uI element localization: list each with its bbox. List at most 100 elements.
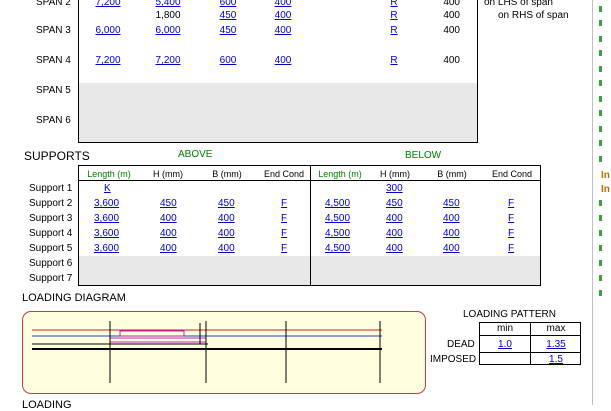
support-above-h[interactable]: 400 bbox=[160, 243, 177, 255]
support-label: Support 5 bbox=[29, 243, 73, 254]
load-patch-2 bbox=[109, 337, 207, 343]
span-label: SPAN 4 bbox=[36, 55, 71, 66]
span-cond-cell[interactable]: R bbox=[387, 25, 401, 37]
loading-pattern-row-divider bbox=[479, 352, 581, 353]
support-below-length[interactable]: 4,500 bbox=[325, 228, 350, 240]
span-label: SPAN 3 bbox=[36, 25, 71, 36]
loading-pattern-title: LOADING PATTERN bbox=[463, 309, 556, 320]
support-above-endcond[interactable]: F bbox=[281, 213, 287, 225]
span-b-cell[interactable]: 400 bbox=[266, 25, 300, 37]
right-edge-marks bbox=[599, 0, 603, 310]
above-b-header: B (mm) bbox=[212, 169, 242, 179]
support-below-endcond[interactable]: F bbox=[508, 198, 514, 210]
support-above-h[interactable]: 400 bbox=[160, 213, 177, 225]
support-below-length[interactable]: 4,500 bbox=[325, 213, 350, 225]
support-above-b[interactable]: 450 bbox=[218, 198, 235, 210]
support-above-length[interactable]: 3,600 bbox=[94, 198, 119, 210]
span-segment-length-cell[interactable]: 5,400 bbox=[146, 0, 190, 9]
span-segment-length-cell: 1,800 bbox=[155, 10, 181, 21]
support-above-b[interactable]: 400 bbox=[218, 213, 235, 225]
support-below-endcond[interactable]: F bbox=[508, 243, 514, 255]
right-edge-divider bbox=[592, 0, 593, 405]
loading-pattern-min-header: min bbox=[496, 323, 514, 334]
span-note: on RHS of span bbox=[498, 10, 569, 21]
loading-diagram-title: LOADING DIAGRAM bbox=[22, 292, 126, 304]
span-segment-length-cell[interactable]: 7,200 bbox=[146, 55, 190, 67]
above-h-header: H (mm) bbox=[153, 169, 183, 179]
support-above-endcond[interactable]: F bbox=[281, 228, 287, 240]
below-endcond-header: End Cond bbox=[491, 169, 533, 179]
span-cond-cell[interactable]: R bbox=[387, 0, 401, 9]
span-note: on LHS of span bbox=[484, 0, 553, 8]
loading-pattern-max-header: max bbox=[546, 323, 566, 334]
support-above-length[interactable]: K bbox=[104, 183, 111, 195]
below-length-header: Length (m) bbox=[318, 169, 362, 179]
below-label: BELOW bbox=[405, 150, 442, 161]
span-cond-cell[interactable]: R bbox=[387, 10, 401, 22]
loading-section-title: LOADING bbox=[22, 399, 72, 411]
span-b-cell[interactable]: 400 bbox=[266, 0, 300, 9]
loading-diagram-canvas bbox=[32, 321, 382, 383]
span-segment-length-cell[interactable]: 6,000 bbox=[146, 25, 190, 37]
support-below-h[interactable]: 300 bbox=[386, 183, 403, 195]
support-below-h[interactable]: 400 bbox=[386, 228, 403, 240]
span-h-cell[interactable]: 450 bbox=[208, 10, 248, 22]
support-below-b[interactable]: 400 bbox=[443, 228, 460, 240]
span-label: SPAN 2 bbox=[36, 0, 71, 8]
support-below-b[interactable]: 400 bbox=[443, 243, 460, 255]
span-cond-cell[interactable]: R bbox=[387, 55, 401, 67]
support-above-h[interactable]: 450 bbox=[160, 198, 177, 210]
span-end-value: 400 bbox=[443, 10, 460, 21]
support-above-length[interactable]: 3,600 bbox=[94, 228, 119, 240]
span-h-cell[interactable]: 450 bbox=[208, 25, 248, 37]
right-mark-1: In bbox=[601, 170, 610, 181]
support-above-h[interactable]: 400 bbox=[160, 228, 177, 240]
span-end-value: 400 bbox=[443, 25, 460, 36]
span-end-value: 400 bbox=[443, 55, 460, 66]
support-below-endcond[interactable]: F bbox=[508, 228, 514, 240]
span-length-cell[interactable]: 6,000 bbox=[86, 25, 130, 37]
green-marker-strip bbox=[599, 6, 602, 296]
dead-label: DEAD bbox=[447, 339, 475, 350]
support-label: Support 1 bbox=[29, 183, 73, 194]
span-length-cell[interactable]: 7,200 bbox=[86, 0, 130, 9]
above-endcond-header: End Cond bbox=[263, 169, 305, 179]
support-above-endcond[interactable]: F bbox=[281, 198, 287, 210]
support-below-length[interactable]: 4,500 bbox=[325, 243, 350, 255]
right-mark-2: In bbox=[601, 184, 610, 195]
span-length-cell[interactable]: 7,200 bbox=[86, 55, 130, 67]
support-below-b[interactable]: 400 bbox=[443, 213, 460, 225]
support-label: Support 4 bbox=[29, 228, 73, 239]
below-h-header: H (mm) bbox=[380, 169, 410, 179]
supports-title: SUPPORTS bbox=[24, 149, 90, 163]
below-b-header: B (mm) bbox=[437, 169, 467, 179]
support-above-endcond[interactable]: F bbox=[281, 243, 287, 255]
support-above-b[interactable]: 400 bbox=[218, 228, 235, 240]
imposed-label: IMPOSED bbox=[430, 354, 477, 365]
support-below-length[interactable]: 4,500 bbox=[325, 198, 350, 210]
support-above-b[interactable]: 400 bbox=[218, 243, 235, 255]
span-h-cell[interactable]: 600 bbox=[208, 55, 248, 67]
span-h-cell[interactable]: 600 bbox=[208, 0, 248, 9]
support-below-b[interactable]: 450 bbox=[443, 198, 460, 210]
span-label: SPAN 5 bbox=[36, 85, 71, 96]
support-below-endcond[interactable]: F bbox=[508, 213, 514, 225]
support-above-length[interactable]: 3,600 bbox=[94, 243, 119, 255]
support-label: Support 7 bbox=[29, 273, 73, 284]
dead-max-value[interactable]: 1.35 bbox=[532, 339, 580, 351]
span-b-cell[interactable]: 400 bbox=[266, 55, 300, 67]
span-table-empty-area bbox=[79, 83, 477, 142]
load-patch bbox=[119, 330, 185, 337]
support-below-h[interactable]: 400 bbox=[386, 243, 403, 255]
dead-min-value[interactable]: 1.0 bbox=[481, 339, 529, 351]
above-length-header: Length (m) bbox=[87, 169, 131, 179]
support-above-length[interactable]: 3,600 bbox=[94, 213, 119, 225]
imposed-max-value[interactable]: 1.5 bbox=[532, 354, 580, 366]
support-label: Support 3 bbox=[29, 213, 73, 224]
span-b-cell[interactable]: 400 bbox=[266, 10, 300, 22]
support-below-h[interactable]: 450 bbox=[386, 198, 403, 210]
span-end-value: 400 bbox=[443, 0, 460, 8]
support-below-h[interactable]: 400 bbox=[386, 213, 403, 225]
above-label: ABOVE bbox=[178, 149, 213, 160]
loading-pattern-col-divider bbox=[530, 322, 531, 365]
